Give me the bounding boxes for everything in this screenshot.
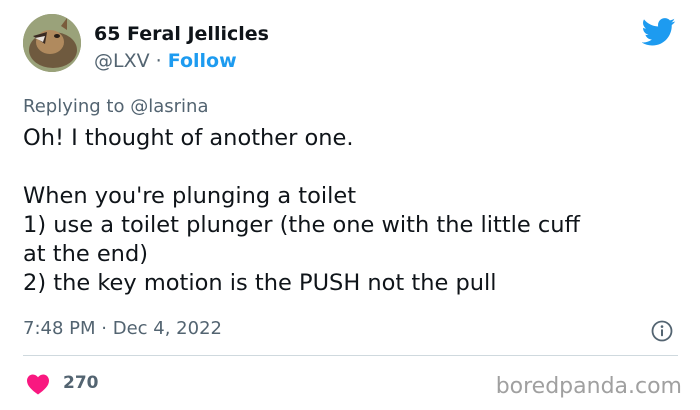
tweet-line: 1) use a toilet plunger (the one with th…	[23, 212, 581, 238]
tweet-time: 7:48 PM	[23, 318, 96, 339]
author-handle[interactable]: @LXV	[94, 50, 150, 72]
tweet-date: Dec 4, 2022	[112, 318, 222, 339]
timestamp-separator: ·	[101, 318, 107, 339]
twitter-bird-icon[interactable]	[642, 18, 676, 46]
author-display-name[interactable]: 65 Feral Jellicles	[94, 22, 269, 46]
replying-to-handle[interactable]: @lasrina	[130, 96, 208, 117]
divider	[23, 355, 678, 356]
heart-icon[interactable]	[26, 373, 50, 395]
source-watermark: boredpanda.com	[495, 374, 682, 399]
info-icon[interactable]	[651, 320, 673, 342]
tweet-timestamp[interactable]: 7:48 PM · Dec 4, 2022	[23, 318, 222, 340]
follow-button[interactable]: Follow	[168, 50, 237, 72]
avatar[interactable]	[23, 14, 81, 72]
tweet-text: Oh! I thought of another one. When you'r…	[23, 124, 673, 298]
author-handle-line: @LXV · Follow	[94, 49, 237, 73]
tweet-line: at the end)	[23, 241, 149, 267]
tweet-line: When you're plunging a toilet	[23, 183, 357, 209]
replying-to: Replying to @lasrina	[23, 96, 208, 118]
tweet-line: Oh! I thought of another one.	[23, 125, 354, 151]
tweet-line: 2) the key motion is the PUSH not the pu…	[23, 270, 497, 296]
like-count[interactable]: 270	[63, 372, 99, 394]
replying-to-prefix: Replying to	[23, 96, 125, 117]
handle-separator: ·	[155, 50, 162, 72]
